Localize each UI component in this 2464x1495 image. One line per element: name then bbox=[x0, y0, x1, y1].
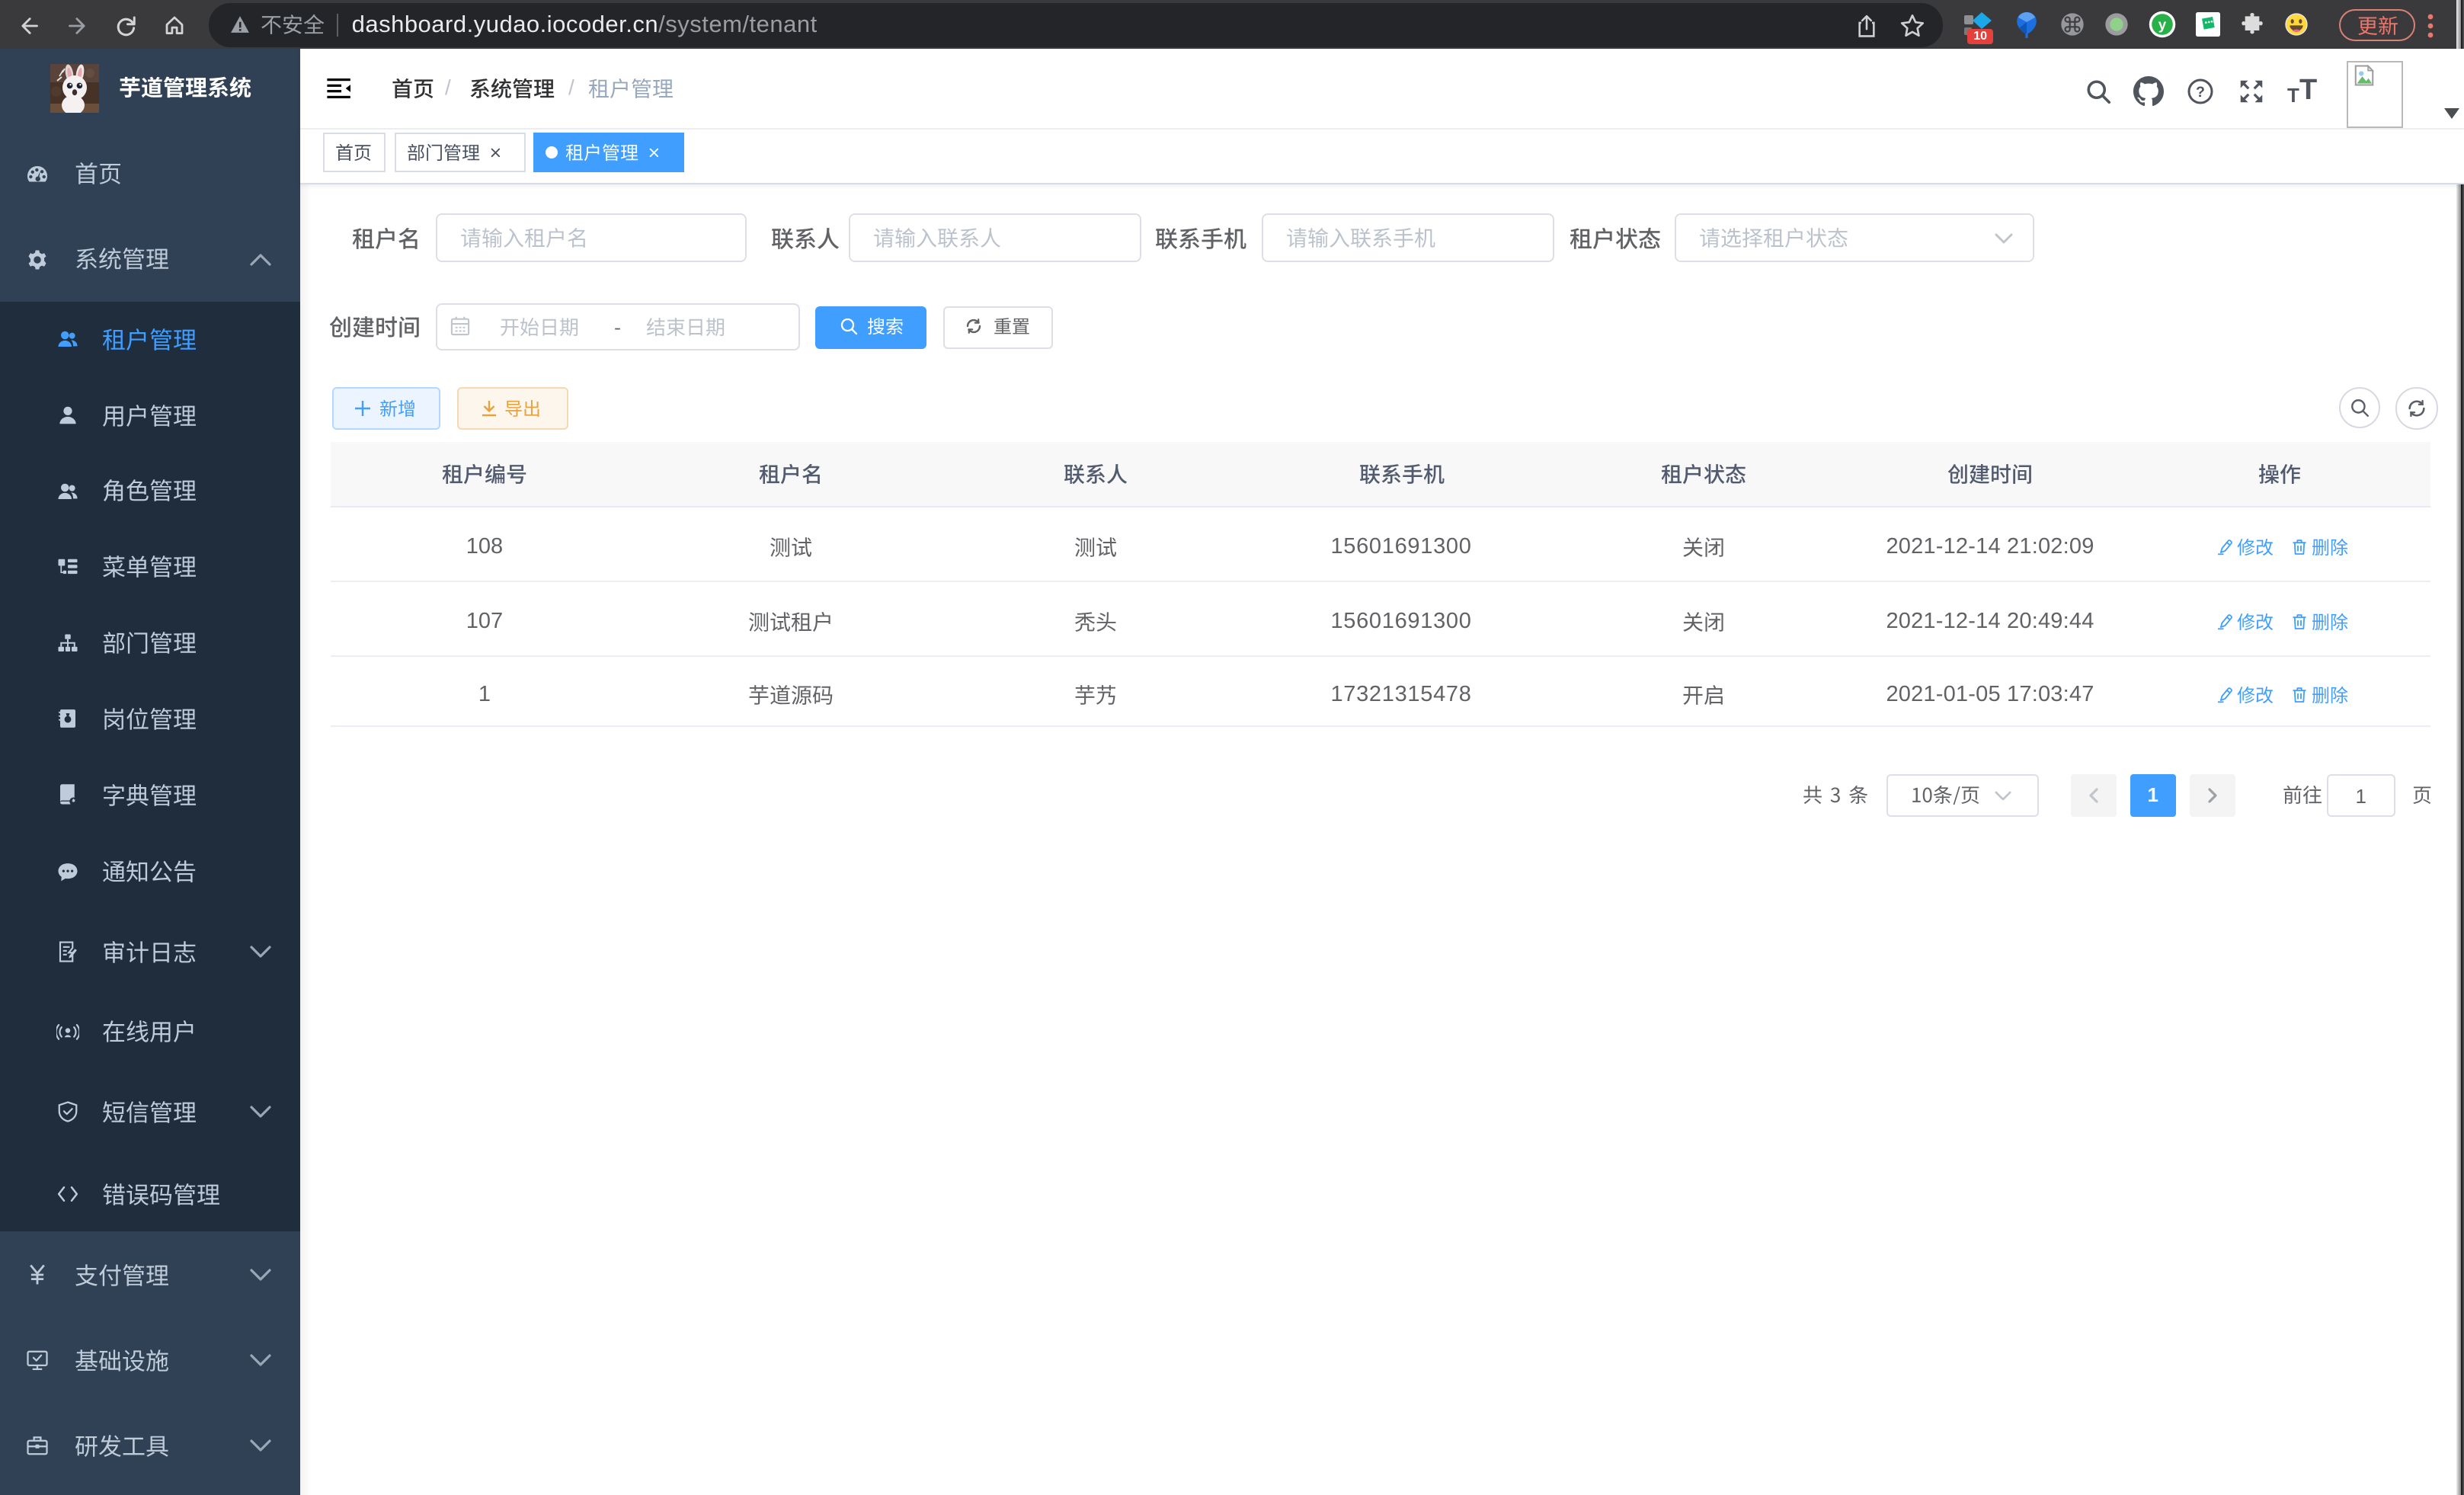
svg-text:?: ? bbox=[2195, 84, 2204, 101]
svg-text:y: y bbox=[2158, 17, 2167, 33]
